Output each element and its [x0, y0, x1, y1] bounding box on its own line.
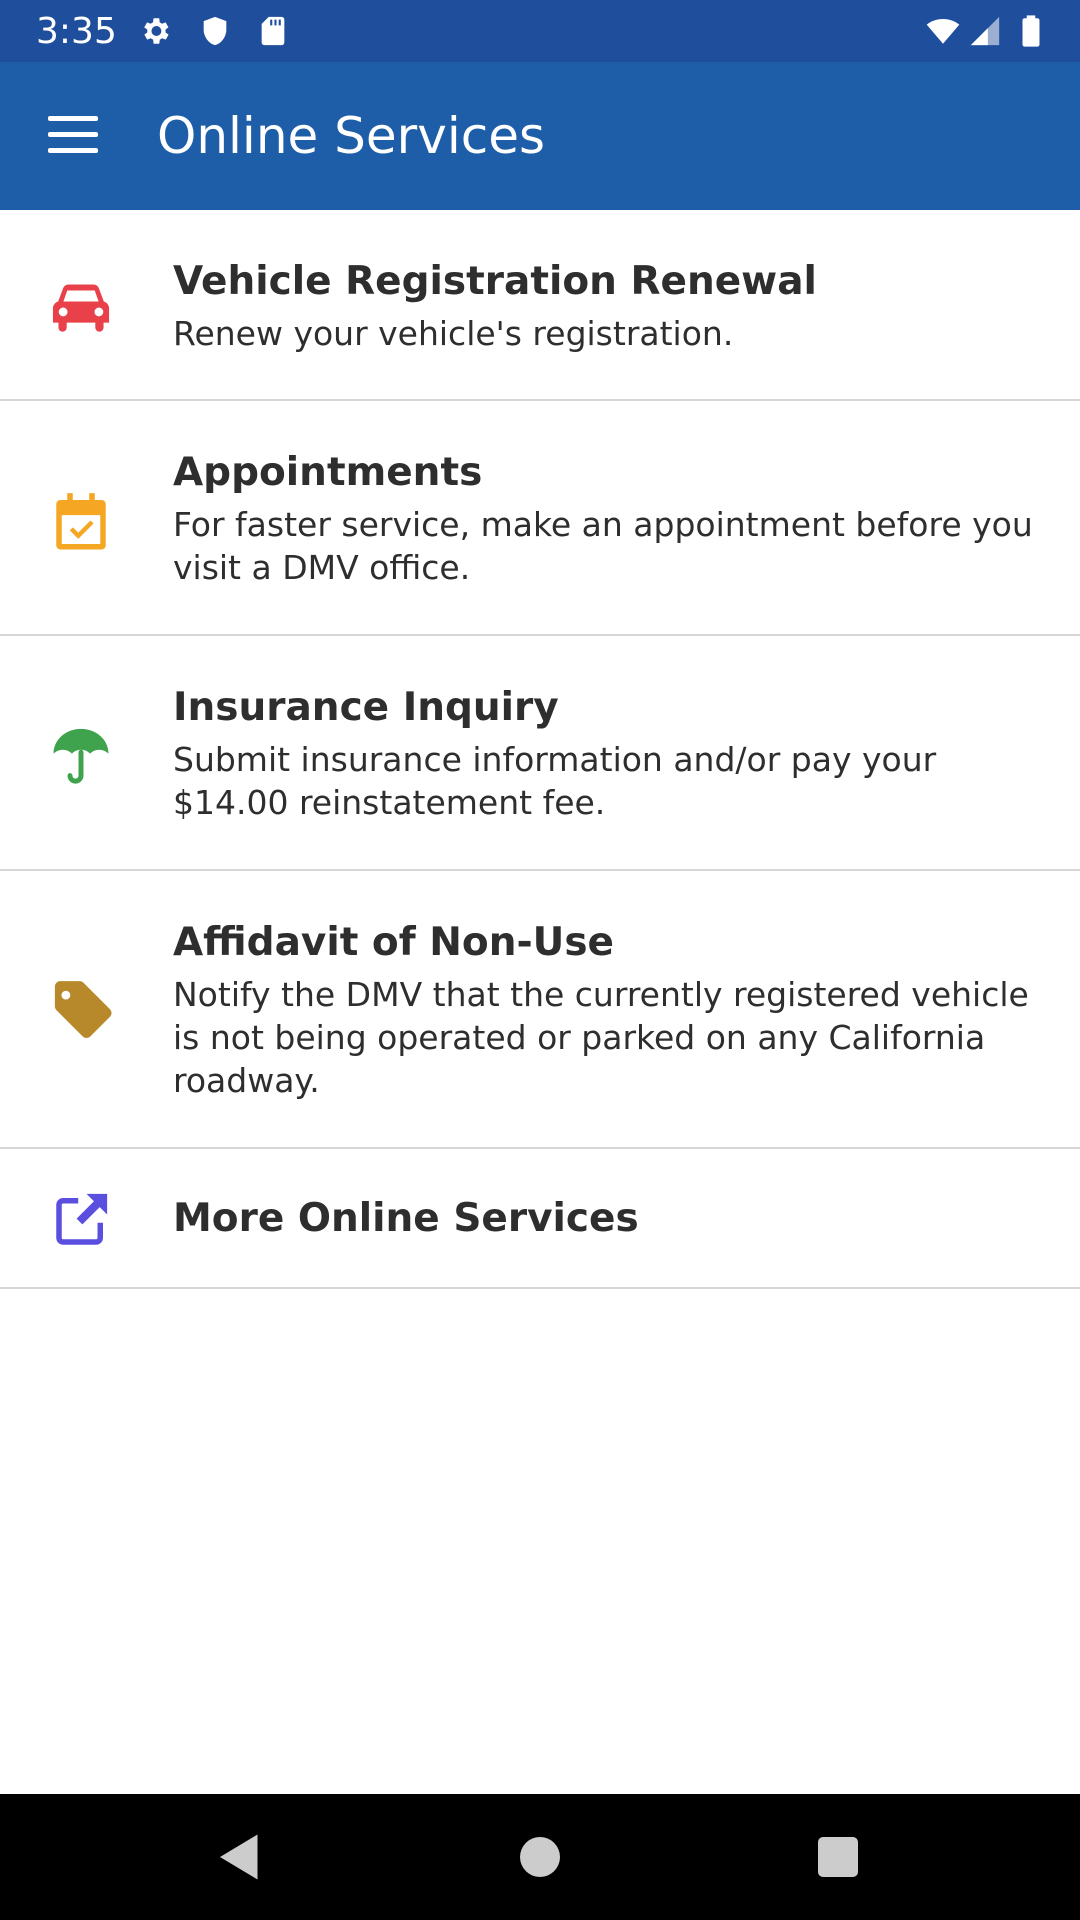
list-item-appointments[interactable]: Appointments For faster service, make an…: [0, 401, 1080, 636]
battery-icon: [1016, 14, 1046, 48]
tag-icon: [48, 977, 114, 1043]
item-description: Submit insurance information and/or pay …: [173, 740, 937, 822]
list-item-insurance-inquiry[interactable]: Insurance Inquiry Submit insurance infor…: [0, 636, 1080, 871]
shield-icon: [198, 14, 232, 48]
page-title: Online Services: [157, 107, 546, 165]
calendar-check-icon: [48, 489, 114, 555]
list-item-affidavit-of-non-use[interactable]: Affidavit of Non-Use Notify the DMV that…: [0, 871, 1080, 1149]
gear-icon: [138, 14, 172, 48]
item-text: Vehicle Registration Renewal Renew your …: [173, 258, 1052, 355]
signal-icon: [968, 14, 1002, 48]
hamburger-menu-icon[interactable]: [36, 106, 108, 166]
home-icon[interactable]: [510, 1827, 570, 1887]
list-item-more-online-services[interactable]: More Online Services: [0, 1149, 1080, 1289]
item-text: Appointments For faster service, make an…: [173, 449, 1052, 589]
item-text: Affidavit of Non-Use Notify the DMV that…: [173, 919, 1052, 1102]
list-item-vehicle-registration-renewal[interactable]: Vehicle Registration Renewal Renew your …: [0, 210, 1080, 401]
item-title: Affidavit of Non-Use: [173, 920, 614, 965]
wifi-icon: [922, 14, 964, 48]
item-description: Renew your vehicle's registration.: [173, 314, 734, 353]
services-list: Vehicle Registration Renewal Renew your …: [0, 210, 1080, 1289]
item-description: For faster service, make an appointment …: [173, 505, 1033, 587]
item-text: More Online Services: [173, 1195, 1052, 1243]
item-title: Vehicle Registration Renewal: [173, 259, 817, 304]
sd-card-icon: [256, 14, 290, 48]
car-icon: [48, 274, 114, 340]
item-title: Insurance Inquiry: [173, 685, 559, 730]
recents-icon[interactable]: [808, 1827, 868, 1887]
external-link-icon: [48, 1187, 114, 1253]
system-nav-bar: [0, 1794, 1080, 1920]
item-title: Appointments: [173, 450, 483, 495]
status-bar: 3:35: [0, 0, 1080, 62]
status-time: 3:35: [36, 11, 117, 52]
item-description: Notify the DMV that the currently regist…: [173, 975, 1029, 1100]
item-text: Insurance Inquiry Submit insurance infor…: [173, 684, 1052, 824]
back-icon[interactable]: [210, 1827, 270, 1887]
item-title: More Online Services: [173, 1196, 639, 1241]
umbrella-icon: [48, 722, 114, 788]
app-bar: Online Services: [0, 62, 1080, 210]
